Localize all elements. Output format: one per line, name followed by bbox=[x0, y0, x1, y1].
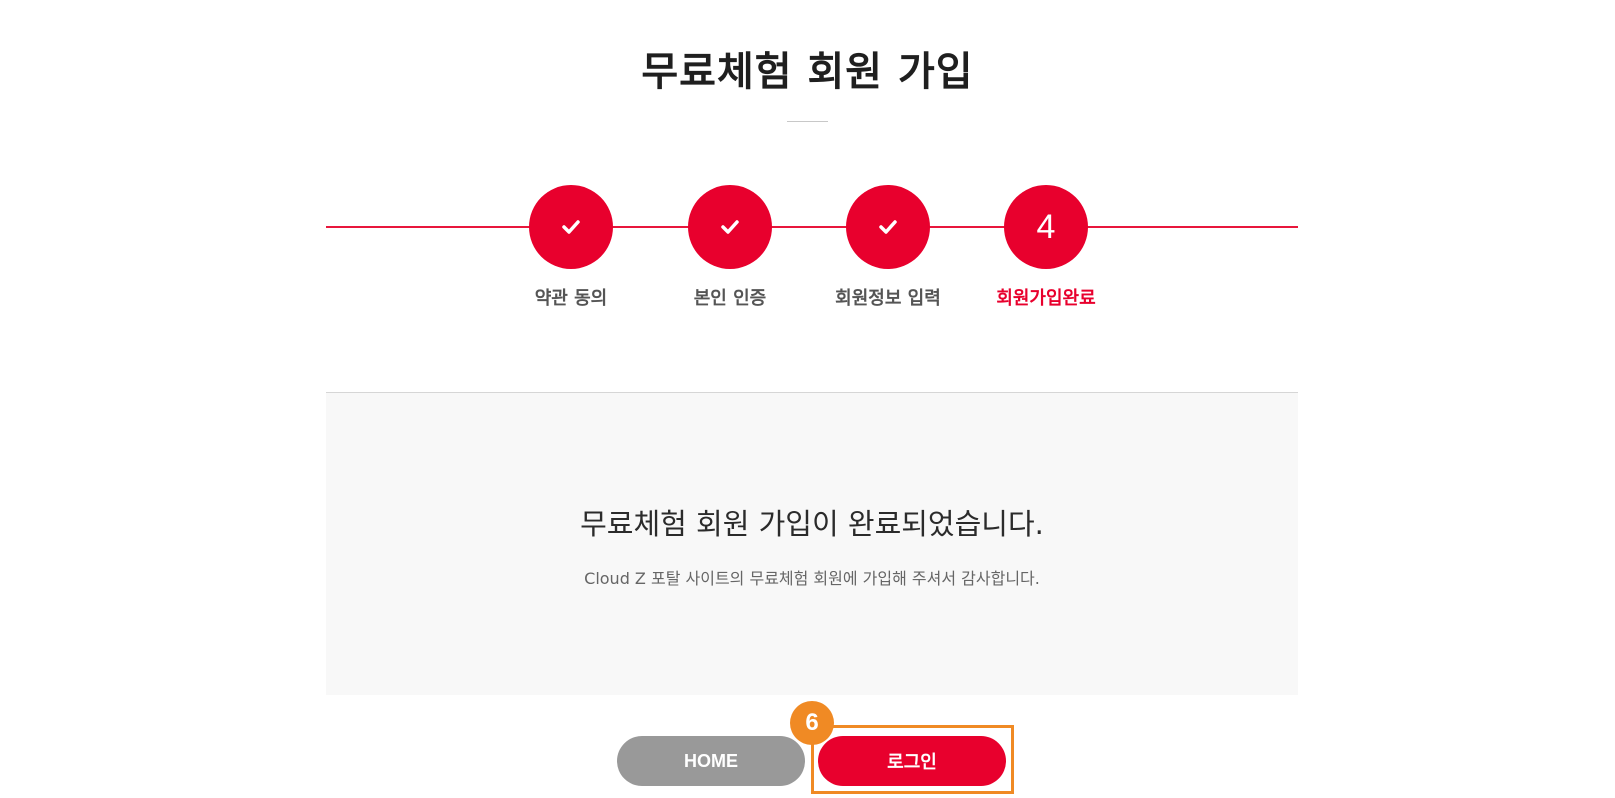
home-button[interactable]: HOME bbox=[617, 736, 805, 786]
step-3-circle bbox=[846, 185, 930, 269]
annotation-step-badge: 6 bbox=[790, 701, 834, 745]
login-highlight-box bbox=[811, 725, 1014, 794]
step-identity-verification: 본인 인증 bbox=[650, 185, 810, 310]
completion-title: 무료체험 회원 가입이 완료되었습니다. bbox=[580, 507, 1044, 541]
title-divider bbox=[787, 121, 828, 122]
completion-description: Cloud Z 포탈 사이트의 무료체험 회원에 가입해 주셔서 감사합니다. bbox=[584, 569, 1040, 588]
step-4-label: 회원가입완료 bbox=[996, 288, 1096, 309]
completion-panel: 무료체험 회원 가입이 완료되었습니다. Cloud Z 포탈 사이트의 무료체… bbox=[326, 392, 1298, 695]
step-2-circle bbox=[688, 185, 772, 269]
check-icon bbox=[562, 220, 580, 234]
step-1-label: 약관 동의 bbox=[534, 288, 608, 309]
step-signup-complete: 4 회원가입완료 bbox=[966, 185, 1126, 310]
step-terms-agreement: 약관 동의 bbox=[491, 185, 651, 310]
step-4-circle: 4 bbox=[1004, 185, 1088, 269]
step-2-label: 본인 인증 bbox=[693, 288, 767, 309]
page-title: 무료체험 회원 가입 bbox=[641, 48, 974, 95]
check-icon bbox=[879, 220, 897, 234]
step-1-circle bbox=[529, 185, 613, 269]
step-member-info-input: 회원정보 입력 bbox=[808, 185, 968, 310]
step-3-label: 회원정보 입력 bbox=[835, 288, 941, 309]
check-icon bbox=[721, 220, 739, 234]
step-4-number: 4 bbox=[1036, 208, 1056, 246]
